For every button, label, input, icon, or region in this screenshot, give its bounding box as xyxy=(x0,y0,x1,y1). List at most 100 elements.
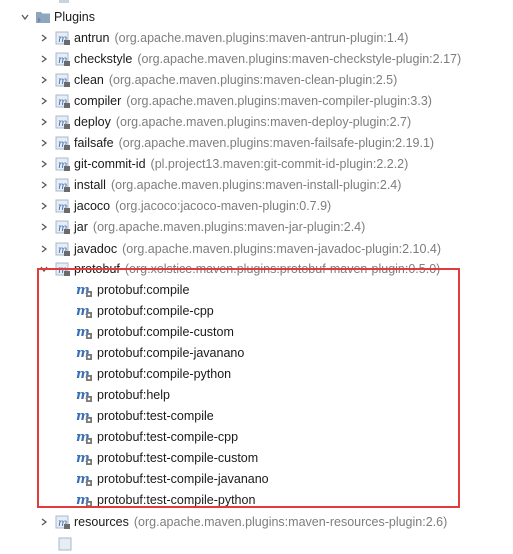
tree-row-goal[interactable]: m protobuf:compile-javanano xyxy=(76,342,513,363)
goal-name: protobuf:test-compile xyxy=(97,408,214,423)
plugin-coordinates: (org.apache.maven.plugins:maven-resource… xyxy=(133,514,448,529)
maven-plugin-icon: m xyxy=(55,177,71,193)
plugin-name: failsafe xyxy=(74,136,114,150)
maven-goal-icon: m xyxy=(76,324,94,340)
maven-plugin-icon: m xyxy=(55,198,71,214)
tree-row-plugin[interactable]: m compiler (org.apache.maven.plugins:mav… xyxy=(37,90,513,111)
tree-row-goal[interactable]: m protobuf:test-compile-javanano xyxy=(76,468,513,489)
maven-plugin-icon: m xyxy=(55,261,71,277)
tree-row-goal[interactable]: m protobuf:compile-python xyxy=(76,363,513,384)
maven-plugin-icon xyxy=(58,536,74,552)
tree-row-plugin[interactable]: m jar (org.apache.maven.plugins:maven-ja… xyxy=(37,217,513,238)
plugin-coordinates: (org.apache.maven.plugins:maven-antrun-p… xyxy=(114,30,409,45)
chevron-right-icon[interactable] xyxy=(37,515,51,529)
plugin-coordinates: (pl.project13.maven:git-commit-id-plugin… xyxy=(150,157,409,172)
chevron-right-icon[interactable] xyxy=(37,52,51,66)
goal-name: protobuf:help xyxy=(97,387,170,402)
chevron-right-icon[interactable] xyxy=(37,178,51,192)
tree-row-plugin[interactable]: m javadoc (org.apache.maven.plugins:mave… xyxy=(37,238,513,259)
goal-name: protobuf:compile-javanano xyxy=(97,345,245,360)
chevron-right-icon[interactable] xyxy=(37,94,51,108)
maven-goal-icon: m xyxy=(76,450,94,466)
tree-row-goal[interactable]: m protobuf:test-compile-custom xyxy=(76,447,513,468)
tree-row-plugin[interactable]: m failsafe (org.apache.maven.plugins:mav… xyxy=(37,133,513,154)
plugin-name: protobuf xyxy=(74,261,120,276)
folder-icon xyxy=(35,10,51,24)
chevron-right-icon[interactable] xyxy=(37,242,51,256)
tree-label: Plugins xyxy=(54,9,95,24)
tree-row-plugin[interactable]: m jacoco (org.jacoco:jacoco-maven-plugin… xyxy=(37,196,513,217)
maven-goal-icon: m xyxy=(76,429,94,445)
chevron-right-icon[interactable] xyxy=(37,115,51,129)
tree-row-goal[interactable]: m protobuf:test-compile-python xyxy=(76,489,513,510)
tree-row-goal[interactable]: m protobuf:test-compile xyxy=(76,405,513,426)
tree-row-plugin[interactable]: m antrun (org.apache.maven.plugins:maven… xyxy=(37,27,513,48)
chevron-down-icon[interactable] xyxy=(18,10,32,24)
goal-name: protobuf:test-compile-custom xyxy=(97,450,259,465)
tree-row-goal[interactable]: m protobuf:compile-custom xyxy=(76,321,513,342)
maven-goal-icon: m xyxy=(76,345,94,361)
chevron-right-icon[interactable] xyxy=(37,199,51,213)
maven-plugin-icon: m xyxy=(55,72,71,88)
plugin-coordinates: (org.jacoco:jacoco-maven-plugin:0.7.9) xyxy=(115,199,332,214)
plugin-name: git-commit-id xyxy=(74,157,146,172)
plugin-name: antrun xyxy=(74,30,110,45)
chevron-right-icon[interactable] xyxy=(37,73,51,87)
tree-row-protobuf[interactable]: m protobuf (org.xolstice.maven.plugins:p… xyxy=(37,258,513,279)
plugin-coordinates: (org.xolstice.maven.plugins:protobuf-mav… xyxy=(124,261,441,276)
tree-row-plugin[interactable]: m clean (org.apache.maven.plugins:maven-… xyxy=(37,69,513,90)
plugin-coordinates: (org.apache.maven.plugins:maven-clean-pl… xyxy=(108,72,398,87)
plugin-coordinates: (org.apache.maven.plugins:maven-checksty… xyxy=(137,51,462,66)
chevron-right-icon[interactable] xyxy=(37,220,51,234)
goal-name: protobuf:compile xyxy=(97,282,190,297)
plugin-coordinates: (org.apache.maven.plugins:maven-javadoc-… xyxy=(122,241,442,256)
plugin-name: install xyxy=(74,178,106,193)
tree-row-plugins[interactable]: Plugins xyxy=(18,6,513,27)
tree-row-goal[interactable]: m protobuf:compile xyxy=(76,279,513,300)
maven-goal-icon: m xyxy=(76,282,94,298)
maven-plugin-icon: m xyxy=(55,514,71,530)
plugin-name: checkstyle xyxy=(74,51,133,66)
chevron-right-icon[interactable] xyxy=(37,136,51,150)
tree-row-plugin[interactable]: m resources (org.apache.maven.plugins:ma… xyxy=(37,511,513,532)
maven-goal-icon: m xyxy=(76,492,94,508)
tree-row-goal[interactable]: m protobuf:compile-cpp xyxy=(76,300,513,321)
goal-name: protobuf:test-compile-javanano xyxy=(97,471,269,486)
goal-name: protobuf:test-compile-cpp xyxy=(97,429,239,444)
maven-plugin-icon: m xyxy=(55,93,71,109)
goal-name: protobuf:test-compile-python xyxy=(97,492,256,507)
plugin-name: compiler xyxy=(74,93,122,108)
tree-row-plugin[interactable]: m install (org.apache.maven.plugins:mave… xyxy=(37,175,513,196)
plugin-name: deploy xyxy=(74,114,111,129)
plugin-name: jar xyxy=(74,220,88,235)
plugin-name: javadoc xyxy=(74,241,118,256)
tree-row-plugin[interactable]: m git-commit-id (pl.project13.maven:git-… xyxy=(37,154,513,175)
maven-goal-icon: m xyxy=(76,303,94,319)
tree-row-plugin[interactable]: m checkstyle (org.apache.maven.plugins:m… xyxy=(37,48,513,69)
tree-row-goal[interactable]: m protobuf:test-compile-cpp xyxy=(76,426,513,447)
goal-name: protobuf:compile-cpp xyxy=(97,303,214,318)
maven-goal-icon: m xyxy=(76,471,94,487)
plugin-name: clean xyxy=(74,72,104,87)
plugin-name: resources xyxy=(74,514,129,529)
chevron-right-icon[interactable] xyxy=(37,31,51,45)
maven-plugin-icon: m xyxy=(55,30,71,46)
goal-name: protobuf:compile-python xyxy=(97,366,232,381)
maven-plugin-icon: m xyxy=(55,51,71,67)
plugin-name: jacoco xyxy=(74,199,111,214)
plugin-coordinates: (org.apache.maven.plugins:maven-compiler… xyxy=(126,93,432,108)
maven-plugin-icon: m xyxy=(55,114,71,130)
tree-row-plugin[interactable]: m deploy (org.apache.maven.plugins:maven… xyxy=(37,111,513,132)
maven-goal-icon: m xyxy=(76,366,94,382)
plugin-coordinates: (org.apache.maven.plugins:maven-failsafe… xyxy=(118,136,435,150)
maven-plugin-icon: m xyxy=(55,156,71,172)
maven-plugin-icon: m xyxy=(55,219,71,235)
tree-row-goal[interactable]: m protobuf:help xyxy=(76,384,513,405)
plugin-coordinates: (org.apache.maven.plugins:maven-install-… xyxy=(110,178,402,193)
maven-goal-icon: m xyxy=(76,408,94,424)
plugin-coordinates: (org.apache.maven.plugins:maven-deploy-p… xyxy=(115,114,412,129)
goal-name: protobuf:compile-custom xyxy=(97,324,234,339)
tree-row-cut-bottom xyxy=(58,533,513,554)
chevron-down-icon[interactable] xyxy=(37,262,51,276)
chevron-right-icon[interactable] xyxy=(37,157,51,171)
